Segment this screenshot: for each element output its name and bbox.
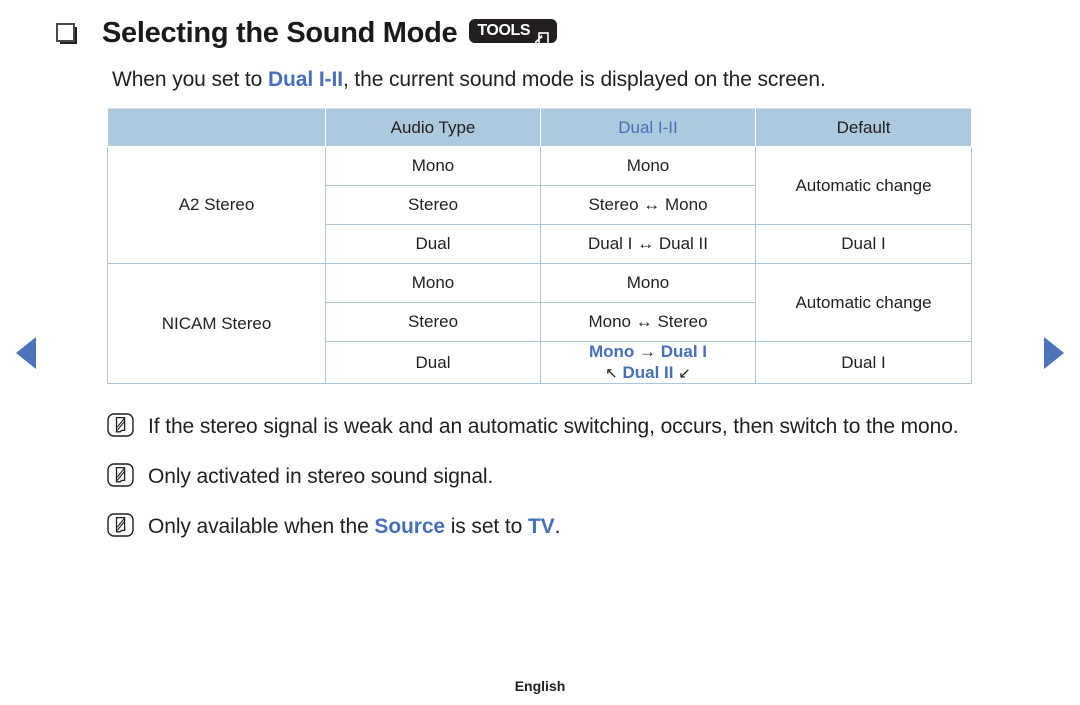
note-pencil-icon (107, 513, 134, 538)
tools-badge[interactable]: TOOLS (469, 19, 558, 45)
note-highlight-tv: TV (527, 515, 555, 539)
note-middle: is set to (445, 515, 528, 539)
default-value-cell: Automatic change (755, 146, 972, 225)
footer-language: English (514, 678, 566, 694)
note-before: Only available when the (148, 515, 375, 539)
audio-type-cell: Dual (325, 224, 541, 264)
cycle-mono: Mono (588, 342, 635, 361)
group-label-nicam: NICAM Stereo (107, 262, 326, 385)
dual-cycle-diagram: Mono → Dual I ↖ Dual II ↙ (541, 342, 755, 383)
note-item: If the stereo signal is weak and an auto… (107, 410, 1017, 443)
audio-type-cell: Stereo (325, 302, 541, 342)
dual-value-cell: Dual I ↔ Dual II (540, 224, 756, 264)
audio-type-cell: Mono (325, 146, 541, 186)
group-label-a2: A2 Stereo (107, 146, 326, 264)
next-page-arrow[interactable] (1044, 337, 1064, 369)
intro-highlight: Dual I-II (267, 68, 343, 91)
table-header-audio-type: Audio Type (325, 108, 541, 147)
square-bullet-icon (56, 22, 77, 44)
note-pencil-icon (107, 413, 134, 437)
audio-type-cell: Stereo (325, 185, 541, 225)
note-item: Only activated in stereo sound signal. (107, 460, 1017, 493)
dual-value-cycle-cell: Mono → Dual I ↖ Dual II ↙ (540, 340, 756, 385)
dual-value-cell: Mono (540, 263, 756, 303)
dual-value-cell: Stereo ↔ Mono (540, 185, 756, 225)
note-after: . (554, 515, 561, 539)
page-title: Selecting the Sound Mode TOOLS (102, 16, 558, 50)
notes-list: If the stereo signal is weak and an auto… (107, 410, 1017, 561)
cycle-dual-i: Dual I (660, 342, 708, 361)
tools-enter-icon (533, 22, 550, 45)
dual-cycle-line-1: Mono → Dual I (541, 342, 755, 363)
default-value-cell: Dual I (755, 340, 972, 385)
table-header-default: Default (755, 108, 972, 147)
dual-value-cell: Mono ↔ Stereo (540, 302, 756, 342)
table-row: NICAM Stereo Mono Mono Automatic change (107, 262, 972, 385)
tools-badge-label: TOOLS (477, 21, 531, 39)
note-text: Only activated in stereo sound signal. (148, 465, 494, 489)
default-value-cell: Automatic change (755, 263, 972, 342)
page-title-text: Selecting the Sound Mode (102, 16, 458, 49)
sound-mode-table: Audio Type Dual I-II Default A2 Stereo M… (107, 108, 972, 385)
table-header-blank (107, 108, 326, 147)
dual-cycle-line-2: ↖ Dual II ↙ (541, 363, 755, 384)
note-text: Only available when the Source is set to… (148, 510, 560, 543)
note-item: Only available when the Source is set to… (107, 510, 1017, 543)
table-header-row: Audio Type Dual I-II Default (107, 108, 972, 147)
note-highlight-source: Source (374, 515, 445, 539)
audio-type-cell: Dual (325, 340, 541, 385)
intro-after: , the current sound mode is displayed on… (342, 68, 826, 91)
table-header-dual: Dual I-II (540, 108, 756, 147)
page-title-row: Selecting the Sound Mode TOOLS (56, 12, 558, 54)
sound-mode-table-wrapper: Audio Type Dual I-II Default A2 Stereo M… (107, 108, 972, 385)
note-pencil-icon (107, 463, 134, 487)
table-row: A2 Stereo Mono Mono Automatic change (107, 146, 972, 264)
manual-page: Selecting the Sound Mode TOOLS When you s… (0, 0, 1080, 705)
cycle-dual-ii: Dual II (622, 362, 674, 382)
audio-type-cell: Mono (325, 263, 541, 303)
previous-page-arrow[interactable] (16, 337, 36, 369)
cycle-arrow-right: → (639, 342, 657, 361)
cycle-arrow-downleft: ↙ (678, 364, 691, 382)
dual-value-cell: Mono (540, 146, 756, 186)
default-value-cell: Dual I (755, 224, 972, 264)
intro-before: When you set to (112, 68, 268, 91)
intro-sentence: When you set to Dual I-II, the current s… (112, 68, 826, 92)
cycle-arrow-upleft: ↖ (605, 364, 618, 382)
note-text: If the stereo signal is weak and an auto… (148, 415, 959, 438)
